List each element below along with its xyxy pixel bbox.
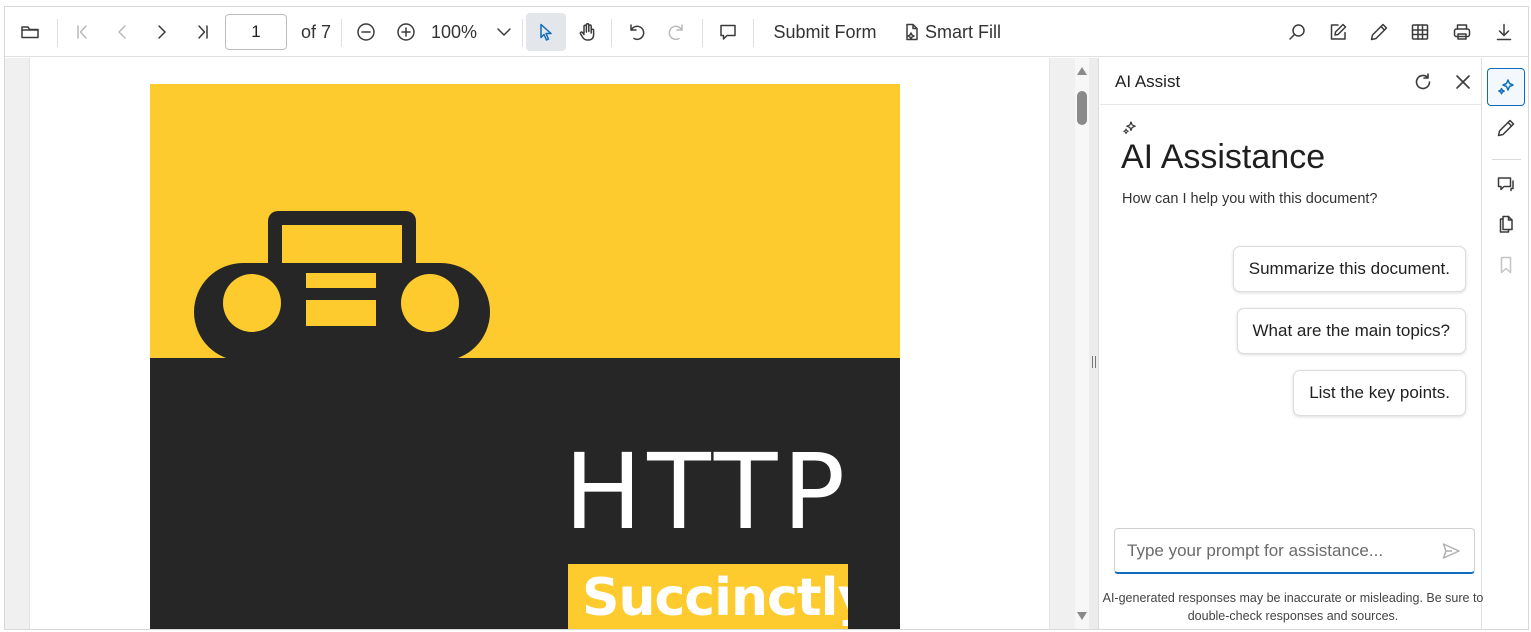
toolbar-divider: [611, 19, 612, 47]
disclaimer-line-2: double-check responses and sources.: [1102, 607, 1484, 625]
prompt-box: [1114, 528, 1475, 574]
cover-subtitle: Succinctly: [568, 564, 848, 630]
close-icon[interactable]: [1450, 69, 1476, 95]
pen-icon[interactable]: [1364, 13, 1394, 51]
pdf-viewer: of 7 100% Submit Form: [4, 6, 1529, 630]
previous-page-icon[interactable]: [107, 13, 137, 51]
toolbar-divider: [702, 19, 703, 47]
prompt-input[interactable]: [1127, 539, 1427, 563]
suggestion-key-points[interactable]: List the key points.: [1293, 370, 1466, 416]
side-rail: [1483, 58, 1529, 630]
sparkle-icon: [1122, 120, 1138, 136]
redo-icon[interactable]: [662, 13, 692, 51]
bookmark-icon[interactable]: [1487, 246, 1525, 284]
rail-pen-icon[interactable]: [1487, 109, 1525, 147]
document-scrollbar[interactable]: [1075, 58, 1089, 630]
hand-icon[interactable]: [572, 13, 602, 51]
scroll-down-arrow[interactable]: [1077, 612, 1087, 620]
ai-disclaimer: AI-generated responses may be inaccurate…: [1102, 589, 1484, 625]
refresh-icon[interactable]: [1410, 69, 1436, 95]
toolbar-divider: [57, 19, 58, 47]
form-fields-icon[interactable]: [1405, 13, 1435, 51]
last-page-icon[interactable]: [188, 13, 218, 51]
rail-divider: [1492, 159, 1521, 160]
zoom-out-icon[interactable]: [351, 13, 381, 51]
comments-panel-icon[interactable]: [1487, 165, 1525, 203]
document-viewport[interactable]: HTTP Succinctly: [5, 58, 1075, 630]
page-number-input[interactable]: [225, 14, 287, 50]
chevron-down-icon[interactable]: [489, 13, 519, 51]
panel-splitter[interactable]: [1089, 58, 1099, 630]
comment-icon[interactable]: [713, 13, 743, 51]
print-icon[interactable]: [1447, 13, 1477, 51]
submit-form-button[interactable]: Submit Form: [765, 13, 885, 51]
main-toolbar: of 7 100% Submit Form: [5, 7, 1529, 57]
toolbar-divider: [522, 19, 523, 47]
pdf-page: HTTP Succinctly: [29, 58, 1050, 630]
zoom-in-icon[interactable]: [391, 13, 421, 51]
ai-assistance-description: How can I help you with this document?: [1122, 191, 1378, 207]
boombox-illustration: [194, 211, 494, 361]
cover-title: HTTP: [564, 440, 850, 544]
undo-icon[interactable]: [621, 13, 651, 51]
toolbar-divider: [753, 19, 754, 47]
disclaimer-line-1: AI-generated responses may be inaccurate…: [1102, 589, 1484, 607]
smart-fill-button[interactable]: Smart Fill: [923, 13, 1003, 51]
scroll-up-arrow[interactable]: [1077, 67, 1087, 75]
first-page-icon[interactable]: [67, 13, 97, 51]
send-icon[interactable]: [1441, 541, 1463, 563]
ai-sparkle-icon[interactable]: [1487, 68, 1525, 106]
next-page-icon[interactable]: [147, 13, 177, 51]
ai-panel-header: AI Assist: [1100, 58, 1482, 105]
zoom-level[interactable]: 100%: [429, 13, 479, 51]
ai-panel-title: AI Assist: [1115, 72, 1180, 92]
splitter-grip[interactable]: [1092, 356, 1096, 368]
download-icon[interactable]: [1489, 13, 1519, 51]
edit-icon[interactable]: [1323, 13, 1353, 51]
folder-icon[interactable]: [15, 13, 45, 51]
book-cover: HTTP Succinctly: [150, 84, 900, 630]
toolbar-divider: [341, 19, 342, 47]
ai-assist-panel: AI Assist AI Assistance How can I help y…: [1100, 58, 1482, 630]
pointer-icon[interactable]: [526, 13, 566, 51]
page-thumbnails-icon[interactable]: [1487, 205, 1525, 243]
scroll-thumb[interactable]: [1077, 91, 1087, 125]
page-total-label: of 7: [298, 13, 334, 51]
suggestion-summarize[interactable]: Summarize this document.: [1233, 246, 1466, 292]
suggestion-main-topics[interactable]: What are the main topics?: [1237, 308, 1466, 354]
search-icon[interactable]: [1282, 13, 1312, 51]
ai-assistance-heading: AI Assistance: [1121, 138, 1325, 177]
